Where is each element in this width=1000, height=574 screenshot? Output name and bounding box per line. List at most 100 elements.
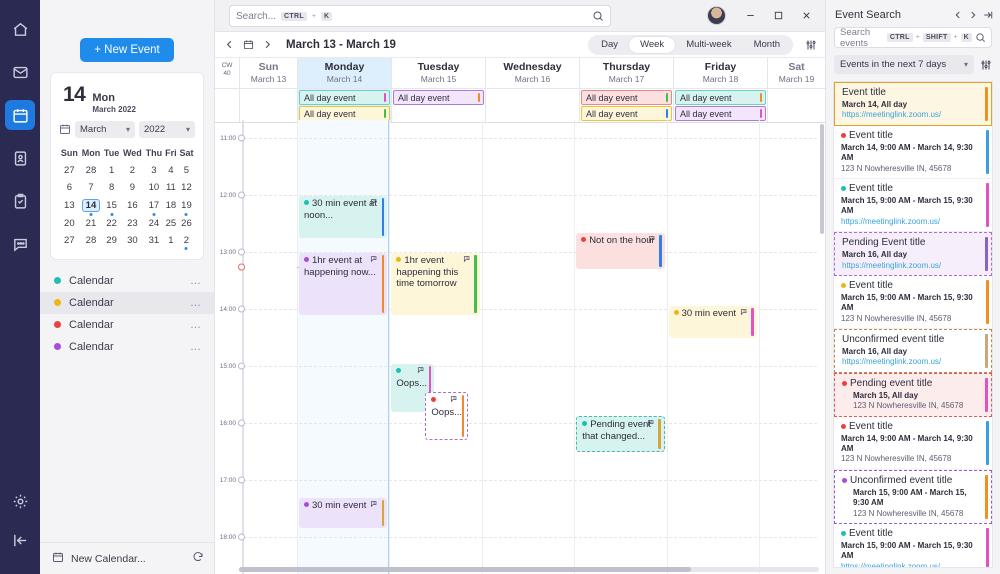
all-day-event[interactable]: All day event xyxy=(675,106,766,121)
mini-calendar-day[interactable]: 6 xyxy=(59,179,80,196)
allday-column[interactable] xyxy=(239,89,297,122)
mini-calendar-day[interactable]: 1 xyxy=(102,162,121,179)
calendar-overflow-menu-icon[interactable]: … xyxy=(190,275,202,287)
all-day-event[interactable]: All day event xyxy=(299,90,390,105)
all-day-event[interactable]: All day event xyxy=(675,90,766,105)
event-search-result[interactable]: Unconfirmed event titleMarch 16, All day… xyxy=(834,329,992,373)
allday-column[interactable] xyxy=(767,89,825,122)
event-search-result[interactable]: Event titleMarch 14, 9:00 AM - March 14,… xyxy=(834,417,992,470)
mini-calendar-day[interactable]: 21 xyxy=(80,215,103,232)
event-search-result[interactable]: Pending event titleMarch 15, All day123 … xyxy=(834,373,992,417)
new-event-button[interactable]: + New Event xyxy=(80,38,174,62)
mini-calendar-day[interactable]: 16 xyxy=(121,196,144,215)
search-input[interactable]: Search... CTRL + K xyxy=(229,5,611,27)
event-search-result[interactable]: Event titleMarch 15, 9:00 AM - March 15,… xyxy=(834,179,992,232)
event-search-result[interactable]: Event titleMarch 14, All dayhttps://meet… xyxy=(834,82,992,126)
mini-calendar-day[interactable]: 31 xyxy=(144,232,164,249)
mini-calendar-day[interactable]: 3 xyxy=(144,162,164,179)
mini-calendar-day[interactable]: 11 xyxy=(164,179,178,196)
calendar-event[interactable]: Not on the hour xyxy=(576,233,664,269)
view-options-icon[interactable] xyxy=(805,39,817,51)
mini-calendar-day[interactable]: 26 xyxy=(178,215,195,232)
mini-calendar-day[interactable]: 14 xyxy=(80,196,103,215)
mini-calendar-day[interactable]: 30 xyxy=(121,232,144,249)
mini-calendar-day[interactable]: 2 xyxy=(178,232,195,249)
year-select[interactable]: 2022 ▾ xyxy=(139,121,195,138)
event-search-input[interactable]: Search events CTRL + SHIFT + K xyxy=(834,27,992,48)
mini-calendar-day[interactable]: 27 xyxy=(59,232,80,249)
allday-column[interactable]: All day event xyxy=(391,89,485,122)
prev-week-button[interactable] xyxy=(222,37,237,52)
mini-calendar-day[interactable]: 15 xyxy=(102,196,121,215)
allday-column[interactable]: All day eventAll day event xyxy=(579,89,673,122)
day-header-friday[interactable]: FridayMarch 18 xyxy=(673,58,767,88)
event-search-result[interactable]: Unconfirmed event titleMarch 15, 9:00 AM… xyxy=(834,470,992,524)
calendar-event[interactable]: 30 min event xyxy=(669,306,757,338)
mini-calendar-day[interactable]: 12 xyxy=(178,179,195,196)
calendar-list-item[interactable]: Calendar… xyxy=(40,314,214,336)
mini-calendar-day[interactable]: 10 xyxy=(144,179,164,196)
mini-calendar-day[interactable]: 25 xyxy=(164,215,178,232)
calendar-event[interactable]: 30 min event xyxy=(299,498,387,528)
calendar-event[interactable]: 1hr event at happening now... xyxy=(299,253,387,315)
all-day-event[interactable]: All day event xyxy=(581,106,672,121)
day-header-sat[interactable]: SatMarch 19 xyxy=(767,58,825,88)
day-header-thursday[interactable]: ThursdayMarch 17 xyxy=(579,58,673,88)
tasks-icon[interactable] xyxy=(5,186,35,216)
mini-calendar-day[interactable]: 24 xyxy=(144,215,164,232)
day-header-monday[interactable]: MondayMarch 14 xyxy=(297,58,391,88)
event-range-select[interactable]: Events in the next 7 days ▾ xyxy=(834,55,974,74)
contacts-icon[interactable] xyxy=(5,143,35,173)
sync-icon[interactable] xyxy=(192,551,204,566)
calendar-list-item[interactable]: Calendar… xyxy=(40,270,214,292)
calendar-overflow-menu-icon[interactable]: … xyxy=(190,341,202,353)
panel-next-icon[interactable] xyxy=(968,10,978,20)
mini-calendar-day[interactable]: 17 xyxy=(144,196,164,215)
calendar-event[interactable]: 30 min event at noon... xyxy=(299,196,387,238)
gear-icon[interactable] xyxy=(5,486,35,516)
avatar[interactable] xyxy=(707,6,726,25)
vertical-scrollbar[interactable] xyxy=(820,124,824,234)
calendar-list-item[interactable]: Calendar… xyxy=(40,336,214,358)
mini-calendar-day[interactable]: 22 xyxy=(102,215,121,232)
calendar-overflow-menu-icon[interactable]: … xyxy=(190,319,202,331)
day-header-tuesday[interactable]: TuesdayMarch 15 xyxy=(391,58,485,88)
minimize-button[interactable] xyxy=(737,5,763,27)
day-header-wednesday[interactable]: WednesdayMarch 16 xyxy=(485,58,579,88)
horizontal-scrollbar[interactable] xyxy=(239,567,819,572)
mini-calendar-day[interactable]: 20 xyxy=(59,215,80,232)
next-week-button[interactable] xyxy=(260,37,275,52)
calendar-overflow-menu-icon[interactable]: … xyxy=(190,297,202,309)
calendar-icon[interactable] xyxy=(5,100,35,130)
all-day-event[interactable]: All day event xyxy=(393,90,484,105)
month-select[interactable]: March ▾ xyxy=(75,121,135,138)
mini-calendar-day[interactable]: 23 xyxy=(121,215,144,232)
event-search-result[interactable]: Event titleMarch 14, 9:00 AM - March 14,… xyxy=(834,126,992,179)
event-search-result[interactable]: Pending Event titleMarch 16, All dayhttp… xyxy=(834,232,992,276)
mini-calendar-day[interactable]: 4 xyxy=(164,162,178,179)
calendar-list-item[interactable]: Calendar… xyxy=(40,292,214,314)
panel-prev-icon[interactable] xyxy=(953,10,963,20)
mini-calendar-day[interactable]: 5 xyxy=(178,162,195,179)
mini-calendar-day[interactable]: 13 xyxy=(59,196,80,215)
mini-calendar-day[interactable]: 27 xyxy=(59,162,80,179)
day-header-sun[interactable]: SunMarch 13 xyxy=(239,58,297,88)
new-calendar-row[interactable]: New Calendar... xyxy=(40,542,214,574)
calendar-event[interactable]: Oops... xyxy=(425,392,468,440)
mini-calendar-day[interactable]: 28 xyxy=(80,232,103,249)
view-tab-multi-week[interactable]: Multi-week xyxy=(675,37,742,53)
view-tab-week[interactable]: Week xyxy=(629,37,675,53)
home-icon[interactable] xyxy=(5,14,35,44)
filter-options-icon[interactable] xyxy=(980,59,992,71)
mini-calendar-day[interactable]: 1 xyxy=(164,232,178,249)
event-search-results[interactable]: Event titleMarch 14, All dayhttps://meet… xyxy=(833,81,993,568)
calendar-event[interactable]: Pending event that changed... xyxy=(576,416,664,452)
mini-calendar-day[interactable]: 9 xyxy=(121,179,144,196)
allday-column[interactable] xyxy=(485,89,579,122)
mini-calendar-day[interactable]: 2 xyxy=(121,162,144,179)
mini-calendar-day[interactable]: 8 xyxy=(102,179,121,196)
mini-calendar-day[interactable]: 18 xyxy=(164,196,178,215)
event-search-result[interactable]: Event titleMarch 15, 9:00 AM - March 15,… xyxy=(834,276,992,329)
panel-collapse-icon[interactable] xyxy=(983,10,993,20)
mail-icon[interactable] xyxy=(5,57,35,87)
